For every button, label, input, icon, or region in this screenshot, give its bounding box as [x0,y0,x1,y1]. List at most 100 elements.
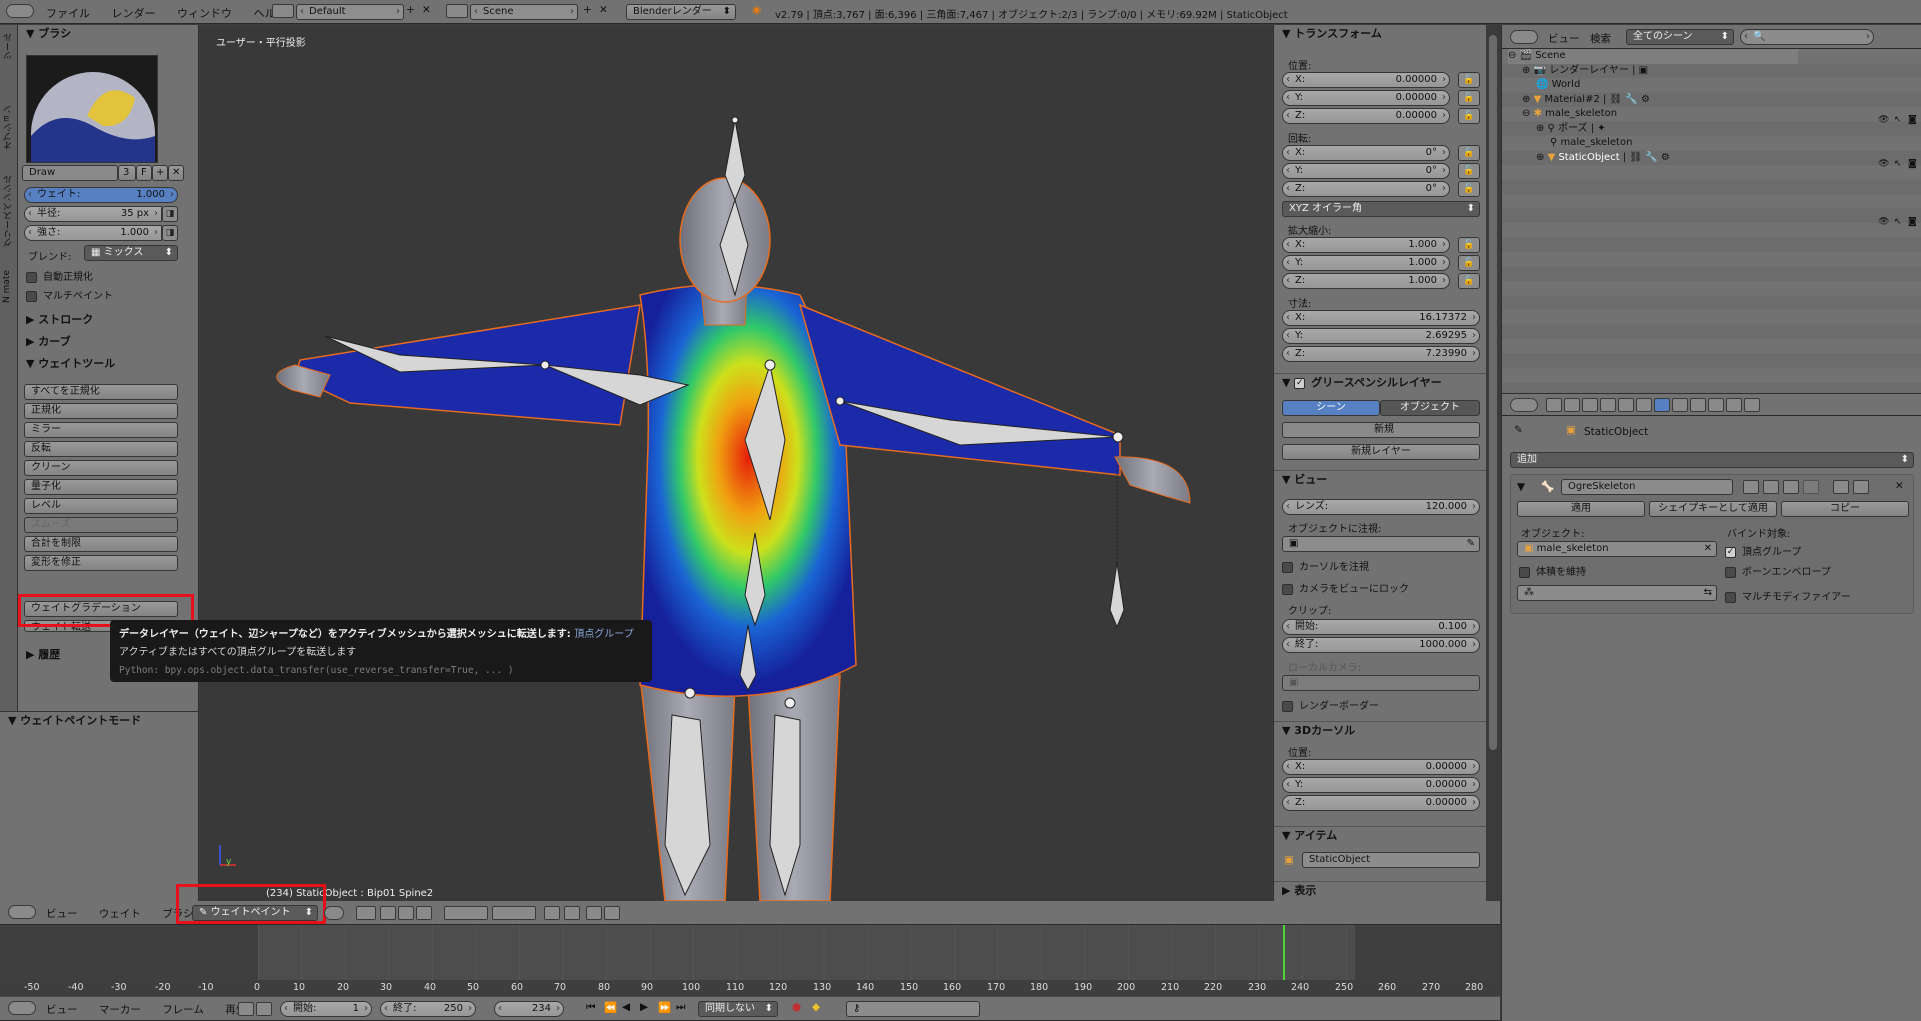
cursor-y-field[interactable]: Y:0.00000 [1282,777,1480,793]
rotation-mode-selector[interactable]: XYZ オイラー角 ⬍ [1282,201,1480,217]
preserve-volume-checkbox[interactable]: 体積を維持 [1519,563,1586,578]
occlude-geometry-icon[interactable] [416,906,432,920]
rotation-y-field[interactable]: Y:0° [1282,163,1450,179]
vertex-groups-checkbox[interactable]: ✓ 頂点グループ [1725,543,1801,558]
constraints-tab-icon[interactable] [1636,398,1652,412]
menu-file[interactable]: ファイル [46,7,90,20]
add-layout-icon[interactable]: + [406,4,415,16]
lock-rotation-y-icon[interactable]: 🔓 [1458,163,1480,179]
sync-mode-selector[interactable]: 同期しない ⬍ [698,1001,778,1017]
tab-n-mate[interactable]: N mate [2,270,12,303]
rotation-x-field[interactable]: X:0° [1282,145,1450,161]
fix-deforms-button[interactable]: 変形を修正 [24,555,178,571]
lock-rotation-z-icon[interactable]: 🔓 [1458,181,1480,197]
outliner-menu-view[interactable]: ビュー [1548,31,1580,46]
lock-object-field[interactable]: ▣ ✎ [1282,536,1480,552]
scene-icon[interactable] [446,4,468,18]
renderable-camera-icon[interactable]: ◙ ◙ ◙ [1908,113,1917,229]
outliner-search-input[interactable]: 🔍 [1740,29,1874,45]
add-modifier-dropdown[interactable]: 追加 ⬍ [1510,452,1914,468]
particles-tab-icon[interactable] [1726,398,1742,412]
render-tab-icon[interactable] [1546,398,1562,412]
clean-button[interactable]: クリーン [24,460,178,476]
timeline-playhead[interactable] [1283,925,1285,980]
clip-start-field[interactable]: 開始:0.100 [1282,619,1480,635]
multi-modifier-checkbox[interactable]: マルチモディファイアー [1725,588,1851,603]
remove-layout-icon[interactable]: ✕ [422,4,431,16]
gp-object-toggle[interactable]: オブジェクト [1380,400,1480,416]
render-layers-tab-icon[interactable] [1564,398,1580,412]
location-z-field[interactable]: Z:0.00000 [1282,108,1450,124]
weight-slider[interactable]: ウェイト:1.000 [24,187,178,203]
transform-panel-header[interactable]: ▼ トランスフォーム [1274,25,1486,43]
world-tab-icon[interactable] [1600,398,1616,412]
preview-range-icon[interactable] [238,1002,254,1016]
bone-envelopes-checkbox[interactable]: ボーンエンベロープ [1725,563,1831,578]
gp-new-button[interactable]: 新規 [1282,422,1480,438]
scale-x-field[interactable]: X:1.000 [1282,237,1450,253]
render-engine-selector[interactable]: Blenderレンダー ⬍ [626,4,736,20]
strength-slider[interactable]: 強さ:1.000 [24,225,162,241]
limit-total-button[interactable]: 合計を制限 [24,536,178,552]
outliner-row-world[interactable]: 🌐 World [1536,78,1580,93]
vertex-select-icon[interactable] [398,906,414,920]
menu-marker[interactable]: マーカー [99,1004,141,1016]
snap-icon[interactable] [564,906,580,920]
data-tab-icon[interactable] [1672,398,1688,412]
display-panel-header[interactable]: ▶ 表示 [1274,881,1486,899]
brush-name-field[interactable]: Draw [22,165,118,181]
location-y-field[interactable]: Y:0.00000 [1282,90,1450,106]
tab-tools[interactable]: ツール [2,33,15,60]
editor-type-timeline-icon[interactable] [8,1001,36,1015]
mirror-button[interactable]: ミラー [24,422,178,438]
lens-field[interactable]: レンズ:120.000 [1282,499,1480,515]
render-border-checkbox[interactable]: レンダーボーダー [1282,697,1379,712]
jump-keyframe-forward-icon[interactable]: ⏩ [658,1001,671,1014]
layers-grid-a-icon[interactable] [444,906,488,920]
material-tab-icon[interactable] [1690,398,1706,412]
menu-view[interactable]: ビュー [46,908,78,920]
visibility-eye-icon[interactable]: 👁 👁 👁 [1878,113,1889,229]
dimension-z-field[interactable]: Z:7.23990 [1282,346,1480,362]
pivot-point-icon[interactable] [356,906,376,920]
physics-tab-icon[interactable] [1744,398,1760,412]
outliner-row-render-layers[interactable]: ⊕ 📷 レンダーレイヤー | ▣ [1522,64,1648,79]
start-frame-field[interactable]: 開始:1 [280,1001,372,1017]
tab-grease-pencil[interactable]: グリースペンシル [2,175,15,247]
cursor-x-field[interactable]: X:0.00000 [1282,759,1480,775]
viewport-shading-icon[interactable] [324,906,344,920]
dimension-y-field[interactable]: Y:2.69295 [1282,328,1480,344]
scale-y-field[interactable]: Y:1.000 [1282,255,1450,271]
jump-keyframe-back-icon[interactable]: ⏪ [604,1001,617,1014]
modifier-collapse-icon[interactable]: ▼ [1517,481,1525,493]
scale-z-field[interactable]: Z:1.000 [1282,273,1450,289]
lock-range-icon[interactable] [256,1002,272,1016]
item-name-field[interactable]: StaticObject [1302,852,1480,868]
lock-cursor-checkbox[interactable]: カーソルを注視 [1282,558,1369,573]
layout-grid-icon[interactable] [272,4,294,18]
modifiers-tab-icon[interactable] [1654,398,1670,412]
editor-type-outliner-icon[interactable] [1510,30,1538,44]
layers-grid-b-icon[interactable] [492,906,536,920]
cursor-z-field[interactable]: Z:0.00000 [1282,795,1480,811]
brush-panel-header[interactable]: ▼ ブラシ [18,25,198,43]
lock-camera-checkbox[interactable]: カメラをビューにロック [1282,580,1409,595]
multipaint-checkbox[interactable]: マルチペイント [26,287,113,302]
history-panel-header[interactable]: ▶ 履歴 [18,646,88,664]
lock-location-z-icon[interactable]: 🔓 [1458,108,1480,124]
move-up-icon[interactable] [1833,480,1849,494]
selectable-arrow-icon[interactable]: ↖ ↖ ↖ [1894,113,1902,229]
3d-cursor-panel-header[interactable]: ▼ 3Dカーソル [1274,721,1486,739]
move-down-icon[interactable] [1853,480,1869,494]
lock-scale-y-icon[interactable]: 🔓 [1458,255,1480,271]
lock-scale-x-icon[interactable]: 🔓 [1458,237,1480,253]
gp-new-layer-button[interactable]: 新規レイヤー [1282,444,1480,460]
gp-scene-toggle[interactable]: シーン [1282,400,1380,416]
texture-tab-icon[interactable] [1708,398,1724,412]
location-x-field[interactable]: X:0.00000 [1282,72,1450,88]
properties-scrollbar[interactable] [1486,25,1500,901]
view-panel-header[interactable]: ▼ ビュー [1274,470,1486,488]
timeline[interactable]: -50 -40 -30 -20 -10 0 10 20 30 40 50 60 … [0,925,1500,997]
weight-tools-panel-header[interactable]: ▼ ウェイトツール [18,355,198,373]
outliner-row-male-skeleton[interactable]: ⊖ ✱ male_skeleton [1522,107,1617,122]
